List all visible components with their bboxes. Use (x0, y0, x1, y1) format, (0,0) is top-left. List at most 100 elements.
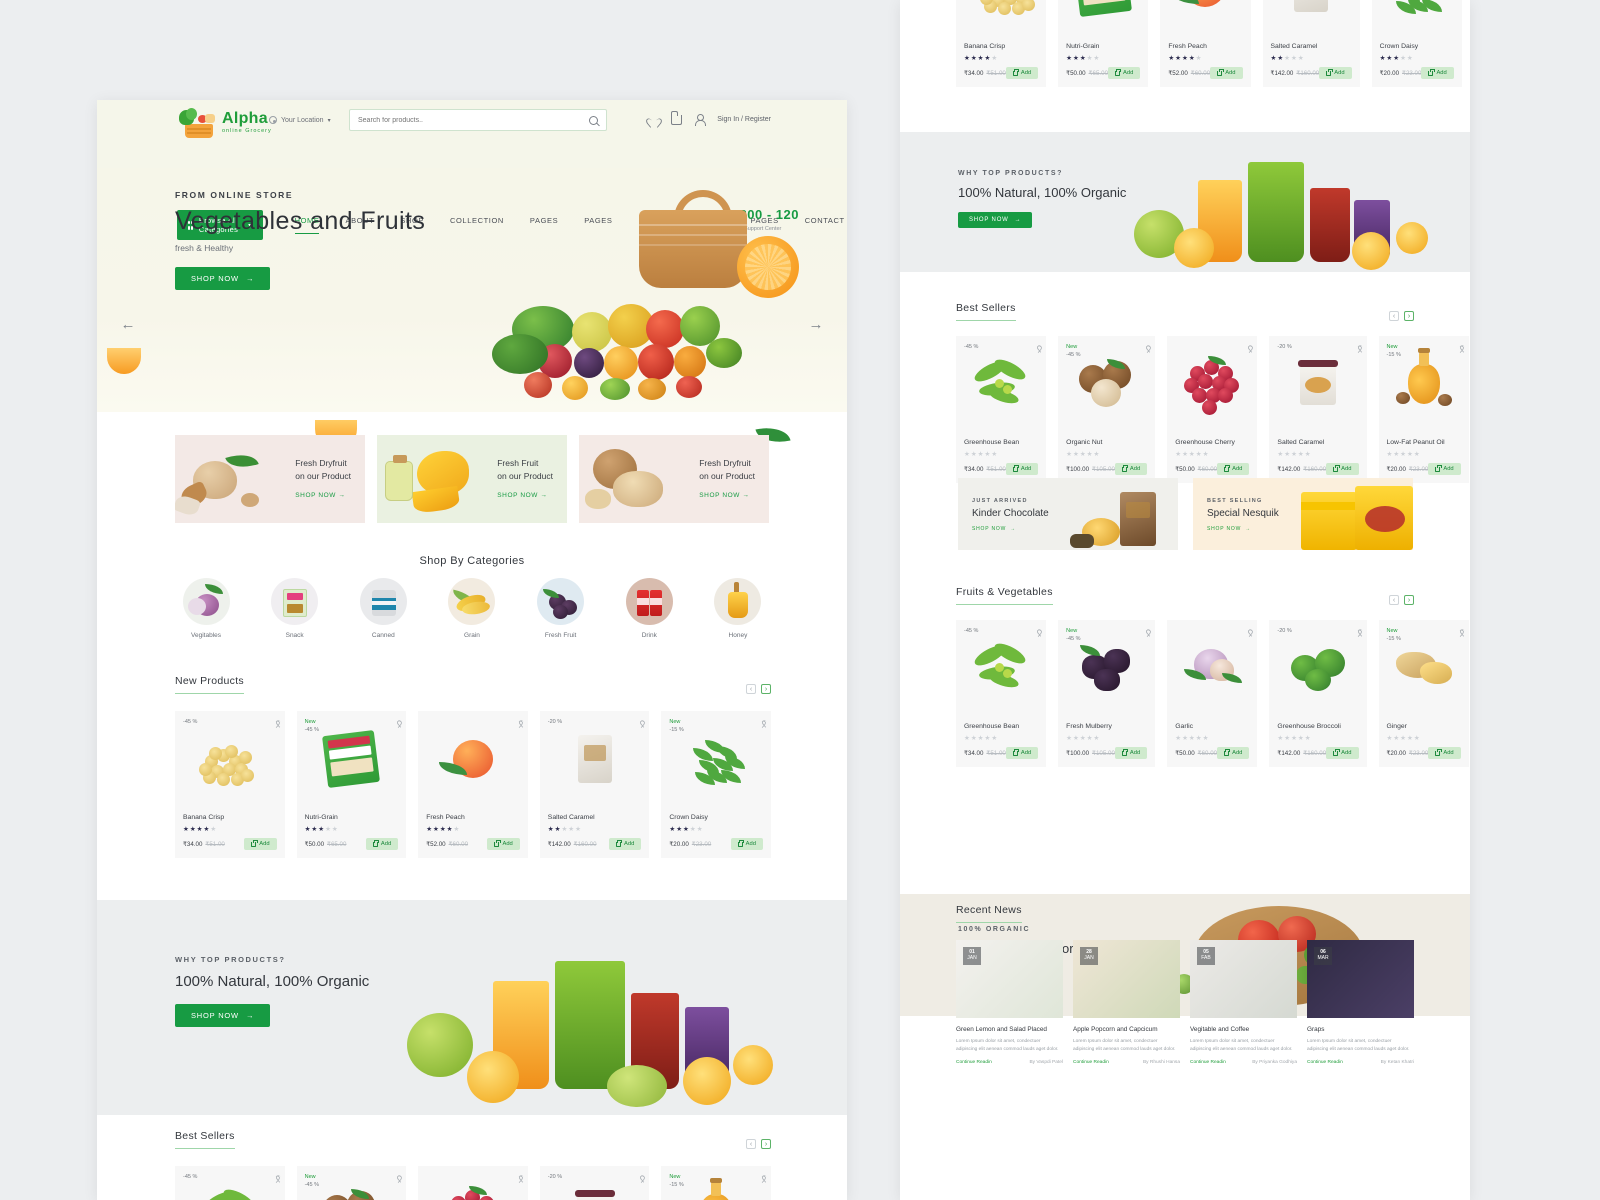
product-card[interactable]: Fresh Peach ★★★★★ ₹52.00 ₹60.00 Add (418, 711, 528, 858)
news-card[interactable]: 28 JAN Apple Popcorn and Capcicum Lorem Ips… (1073, 940, 1180, 1065)
product-card[interactable]: Fresh Peach ★★★★★ ₹52.00 ₹60.00 Add (1160, 0, 1251, 87)
add-to-cart-button[interactable]: Add (244, 838, 277, 850)
product-card[interactable]: -45 %Greenhouse Bean★★★★★₹34.00₹51.00Add (956, 336, 1047, 483)
promo-card-fruit[interactable]: Fresh Fruit on our Product SHOP NOW → (377, 435, 567, 523)
add-to-cart-button[interactable]: Add (1428, 463, 1461, 475)
product-card[interactable]: New -45 % Fresh Mulberry ★★★★★ ₹100.00 ₹105.0… (1058, 620, 1156, 767)
cart-icon[interactable] (671, 110, 683, 125)
news-card[interactable]: 06 MAR Graps Lorem Ipsum dolor sit amet, co… (1307, 940, 1414, 1065)
hero-shop-now-button[interactable]: SHOP NOW → (175, 267, 271, 290)
add-to-cart-button[interactable]: Add (1005, 463, 1039, 475)
product-card[interactable]: New-45 %Organic Nut★★★★★₹100.00₹105.00Ad… (296, 1166, 407, 1200)
search-icon[interactable] (589, 115, 598, 125)
brand-logo[interactable]: Alpha online Grocery (177, 108, 272, 138)
wishlist-icon[interactable] (649, 115, 659, 124)
product-card[interactable]: -45 %Greenhouse Bean★★★★★₹34.00₹51.00Add (956, 620, 1047, 767)
nav-item-contact[interactable]: CONTACT (805, 216, 845, 234)
promo-special-nesquik[interactable]: BEST SELLING Special Nesquik SHOP NOW → (1193, 478, 1413, 550)
product-card[interactable]: -45 % Banana Crisp ★★★★★ ₹34.00₹51.00 Add (956, 0, 1047, 87)
location-selector[interactable]: Your Location ▾ (269, 116, 331, 124)
category-item-honey[interactable]: Honey (707, 578, 769, 639)
news-card[interactable]: 01 JAN Green Lemon and Salad Placed Lorem I… (956, 940, 1063, 1065)
add-to-cart-button[interactable]: Add (1114, 747, 1148, 759)
add-to-cart-button[interactable]: Add (1210, 67, 1243, 79)
category-item-vegitables[interactable]: Vegitables (175, 578, 237, 639)
hero-prev-arrow[interactable]: ← (117, 313, 139, 335)
product-old-price: ₹65.00 (327, 840, 347, 848)
location-label: Your Location (281, 116, 324, 124)
product-old-price: ₹105.00 (1092, 749, 1115, 757)
add-to-cart-button[interactable]: Add (609, 838, 642, 850)
product-card[interactable]: New-15 %Low-Fat Peanut Oil★★★★★₹20.00₹23… (661, 1166, 771, 1200)
search-input[interactable] (358, 116, 589, 124)
product-card[interactable]: Greenhouse Cherry★★★★★₹50.00₹60.00Add (418, 1166, 528, 1200)
promo-shop-now[interactable]: SHOP NOW → (295, 491, 351, 500)
add-to-cart-button[interactable]: Add (1217, 747, 1250, 759)
product-card[interactable]: New-45 % Nutri-Grain ★★★★★ ₹50.00₹65.00 Add (1058, 0, 1149, 87)
hero-next-arrow[interactable]: → (805, 313, 827, 335)
news-card[interactable]: 05 FAB Vegitable and Coffee Lorem Ipsum dol… (1190, 940, 1297, 1065)
continue-reading-link[interactable]: Continue Readin (1190, 1060, 1226, 1065)
add-to-cart-button[interactable]: Add (1114, 463, 1148, 475)
account-icon[interactable] (694, 114, 707, 126)
product-card[interactable]: New-15 % Crown Daisy ★★★★★ ₹20.00₹23.00 Add (661, 711, 771, 858)
product-card[interactable]: -20 %Salted Caramel★★★★★₹142.00₹160.00Ad… (539, 711, 650, 858)
search-bar[interactable] (349, 109, 607, 131)
bag-icon (1435, 748, 1442, 756)
product-card[interactable]: -45 % Banana Crisp ★★★★★ ₹34.00₹51.00 Add (175, 711, 285, 858)
add-to-cart-button[interactable]: Add (1005, 67, 1039, 79)
carousel-prev-button[interactable]: ‹ (1389, 311, 1399, 321)
add-to-cart-button[interactable]: Add (365, 838, 399, 850)
add-to-cart-button[interactable]: Add (1005, 747, 1039, 759)
carousel-prev-button[interactable]: ‹ (746, 1139, 756, 1149)
promo-shop-now[interactable]: SHOP NOW → (497, 491, 553, 500)
product-card[interactable]: New -15 % Ginger ★★★★★ ₹20.00 ₹23.00 Add (1378, 620, 1469, 767)
promo-card-walnut[interactable]: Fresh Dryfruit on our Product SHOP NOW → (579, 435, 769, 523)
promo-kinder-chocolate[interactable]: JUST ARRIVED Kinder Chocolate SHOP NOW → (958, 478, 1178, 550)
add-to-cart-button[interactable]: Add (1217, 463, 1250, 475)
organic-shop-now-button[interactable]: SHOP NOW → (958, 212, 1033, 228)
product-card[interactable]: -20 %Salted Caramel★★★★★₹142.00₹160.00Ad… (539, 1166, 650, 1200)
add-to-cart-button[interactable]: Add (730, 838, 763, 850)
signin-register-link[interactable]: Sign In / Register (717, 116, 771, 123)
product-card[interactable]: -20 %Salted Caramel★★★★★₹142.00₹160.00Ad… (1262, 0, 1360, 87)
add-to-cart-button[interactable]: Add (1428, 747, 1461, 759)
continue-reading-link[interactable]: Continue Readin (1307, 1060, 1343, 1065)
promo-title: Special Nesquik (1207, 508, 1279, 519)
product-card[interactable]: New-15 % Crown Daisy ★★★★★ ₹20.00₹23.00 Add (1371, 0, 1462, 87)
promo-shop-now[interactable]: SHOP NOW → (699, 491, 755, 500)
add-to-cart-button[interactable]: Add (487, 838, 520, 850)
carousel-next-button[interactable]: › (761, 684, 771, 694)
category-item-snack[interactable]: Snack (264, 578, 326, 639)
add-to-cart-button[interactable]: Add (1326, 747, 1359, 759)
promo-shop-now[interactable]: SHOP NOW → (972, 526, 1016, 532)
product-card[interactable]: New-45 %Organic Nut★★★★★₹100.00₹105.00Ad… (1058, 336, 1156, 483)
product-card[interactable]: Garlic ★★★★★ ₹50.00 ₹60.00 Add (1167, 620, 1258, 767)
continue-reading-link[interactable]: Continue Readin (1073, 1060, 1109, 1065)
add-to-cart-button[interactable]: Add (1326, 463, 1359, 475)
product-card[interactable]: Greenhouse Cherry★★★★★₹50.00₹60.00Add (1167, 336, 1258, 483)
carousel-next-button[interactable]: › (761, 1139, 771, 1149)
product-card[interactable]: New-45 % Nutri-Grain ★★★★★ ₹50.00₹65.00 Add (296, 711, 407, 858)
promo-card-dryfruit[interactable]: Fresh Dryfruit on our Product SHOP NOW → (175, 435, 365, 523)
category-item-canned[interactable]: Canned (352, 578, 414, 639)
promo-shop-now[interactable]: SHOP NOW → (1207, 526, 1251, 532)
arrow-right-icon: → (245, 274, 255, 283)
carousel-next-button[interactable]: › (1404, 595, 1414, 605)
product-card[interactable]: -20 % Greenhouse Broccoli ★★★★★ ₹142.00 ₹160… (1269, 620, 1367, 767)
category-item-drink[interactable]: Drink (618, 578, 680, 639)
organic-shop-now-button[interactable]: SHOP NOW → (175, 1004, 271, 1027)
category-item-fresh-fruit[interactable]: Fresh Fruit (530, 578, 592, 639)
add-to-cart-button[interactable]: Add (1108, 67, 1141, 79)
product-card[interactable]: New-15 %Low-Fat Peanut Oil★★★★★₹20.00₹23… (1378, 336, 1469, 483)
add-to-cart-button[interactable]: Add (1421, 67, 1454, 79)
add-to-cart-button[interactable]: Add (1319, 67, 1352, 79)
product-card[interactable]: -20 %Salted Caramel★★★★★₹142.00₹160.00Ad… (1269, 336, 1367, 483)
carousel-prev-button[interactable]: ‹ (1389, 595, 1399, 605)
continue-reading-link[interactable]: Continue Readin (956, 1060, 992, 1065)
carousel-prev-button[interactable]: ‹ (746, 684, 756, 694)
product-card[interactable]: -45 %Greenhouse Bean★★★★★₹34.00₹51.00Add (175, 1166, 285, 1200)
category-item-grain[interactable]: Grain (441, 578, 503, 639)
news-title: Apple Popcorn and Capcicum (1073, 1026, 1158, 1033)
carousel-next-button[interactable]: › (1404, 311, 1414, 321)
